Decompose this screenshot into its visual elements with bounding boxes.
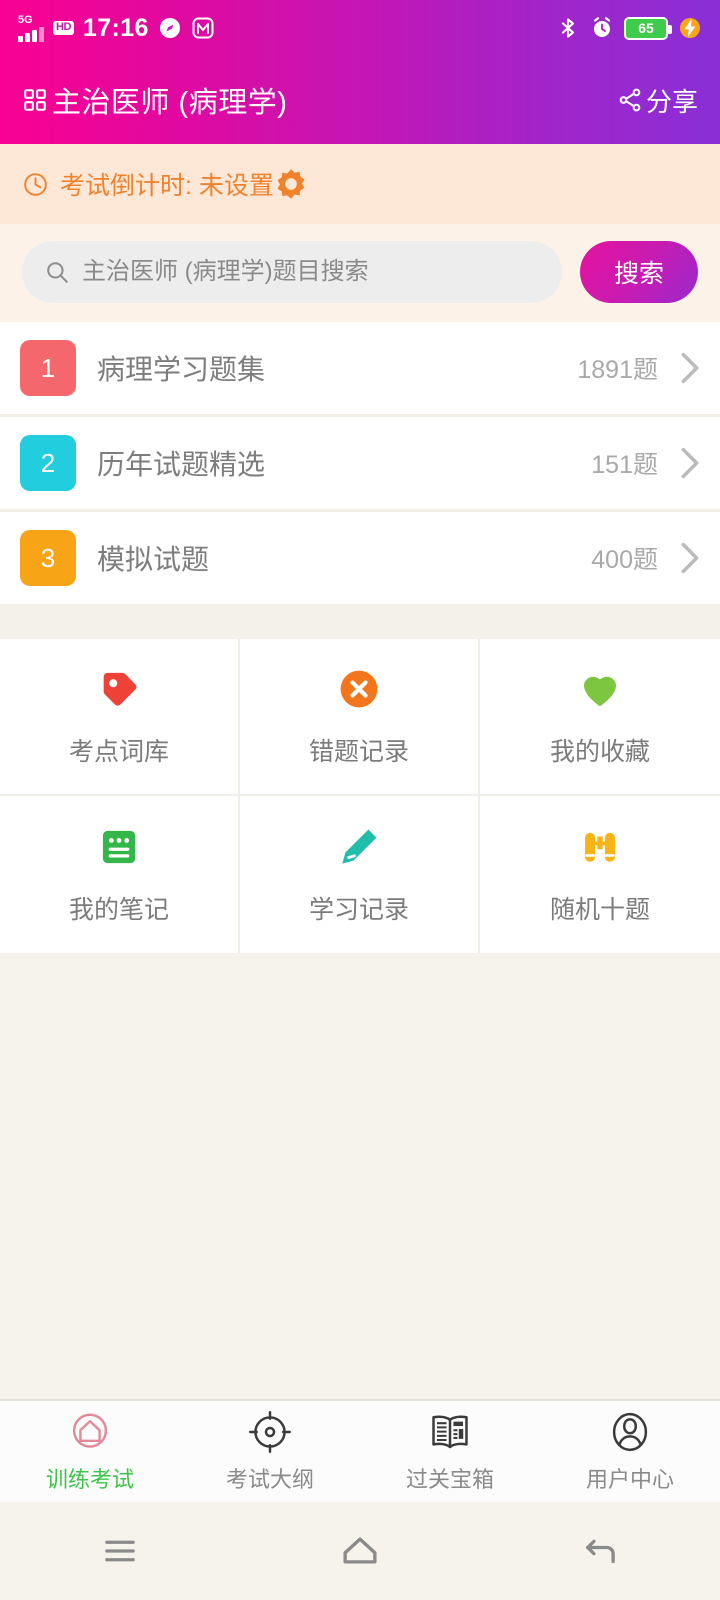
error-circle-x-icon (336, 666, 382, 712)
row-index-badge: 3 (20, 530, 76, 586)
hd-icon: HD (53, 21, 74, 35)
status-bar-clock: 17:16 (82, 13, 149, 42)
tag-icon (96, 666, 142, 712)
grid-item-random-ten[interactable]: 随机十题 (480, 796, 720, 953)
pencil-icon (336, 824, 382, 870)
grid-item-vocabulary[interactable]: 考点词库 (0, 639, 240, 796)
page-title-label: 主治医师 (病理学) (52, 87, 288, 119)
grid-item-favorites[interactable]: 我的收藏 (480, 639, 720, 796)
alarm-icon (590, 16, 614, 40)
battery-percent-label: 65 (638, 20, 654, 36)
app-header: 主治医师 (病理学) 分享 (0, 56, 720, 144)
signal-bars-icon (18, 26, 44, 42)
clock-icon (22, 171, 49, 198)
grid-item-label: 学习记录 (308, 895, 409, 924)
status-bar-right: 65 (556, 16, 702, 40)
grid-item-wrong-answers[interactable]: 错题记录 (240, 639, 480, 796)
charging-bolt-icon (678, 16, 702, 40)
heart-icon (577, 666, 623, 712)
bluetooth-icon (556, 16, 580, 40)
search-button[interactable]: 搜索 (580, 241, 698, 303)
status-bar: 5G HD 17:16 65 (0, 0, 720, 56)
home-icon[interactable] (240, 1530, 480, 1572)
chevron-right-icon (658, 541, 700, 575)
status-bar-left: 5G HD 17:16 (18, 13, 215, 42)
home-circle-icon (67, 1409, 113, 1455)
tab-training-exam[interactable]: 训练考试 (0, 1409, 180, 1494)
user-circle-icon (607, 1409, 653, 1455)
section-divider (0, 607, 720, 639)
row-index-badge: 1 (20, 340, 76, 396)
app-screen: 5G HD 17:16 65 主治医师 (病理学) 分享 考试倒计时: 未设置 … (0, 0, 720, 1600)
gear-icon[interactable] (274, 167, 308, 201)
share-icon (617, 87, 643, 113)
open-book-icon (427, 1409, 473, 1455)
target-icon (247, 1409, 293, 1455)
grid-item-label: 错题记录 (308, 737, 409, 766)
cellular-signal-icon: 5G (18, 13, 44, 42)
chevron-right-icon (658, 446, 700, 480)
search-field-container[interactable] (22, 241, 562, 303)
countdown-label: 考试倒计时: 未设置 (60, 172, 274, 200)
tab-treasure-box[interactable]: 过关宝箱 (360, 1409, 540, 1494)
tab-label: 训练考试 (45, 1467, 134, 1492)
row-title: 历年试题精选 (97, 449, 266, 480)
binoculars-icon (577, 824, 623, 870)
grid-item-notes[interactable]: 我的笔记 (0, 796, 240, 953)
row-count: 151题 (591, 451, 658, 479)
menu-recent-icon[interactable] (0, 1530, 240, 1572)
note-icon (96, 824, 142, 870)
row-count: 1891题 (577, 356, 658, 384)
row-title: 模拟试题 (97, 544, 210, 575)
tab-label: 过关宝箱 (405, 1467, 494, 1492)
tab-label: 考试大纲 (225, 1467, 314, 1492)
bottom-tab-bar: 训练考试 考试大纲 过关宝箱 用户中心 (0, 1399, 720, 1502)
feature-grid: 考点词库 错题记录 我的收藏 我的笔记 学习记录 随机十题 (0, 639, 720, 953)
apps-grid-icon (22, 87, 48, 113)
grid-item-label: 我的收藏 (549, 737, 650, 766)
android-navigation-bar (0, 1502, 720, 1600)
compass-icon (158, 16, 182, 40)
question-bank-list: 1 病理学习题集 1891题 2 历年试题精选 151题 3 模拟试题 400题 (0, 322, 720, 607)
magnifier-icon (44, 259, 70, 285)
row-count: 400题 (591, 546, 658, 574)
exam-countdown-banner[interactable]: 考试倒计时: 未设置 (0, 144, 720, 224)
grid-item-label: 考点词库 (68, 737, 169, 766)
tab-exam-outline[interactable]: 考试大纲 (180, 1409, 360, 1494)
search-input[interactable] (82, 258, 540, 286)
m-app-icon (191, 16, 215, 40)
empty-content-area (0, 953, 720, 1399)
back-icon[interactable] (480, 1530, 720, 1572)
row-title: 病理学习题集 (97, 354, 266, 385)
table-row[interactable]: 2 历年试题精选 151题 (0, 417, 720, 512)
search-bar: 搜索 (0, 224, 720, 322)
grid-item-label: 随机十题 (549, 895, 650, 924)
countdown-content: 考试倒计时: 未设置 (22, 166, 274, 202)
page-title: 主治医师 (病理学) (22, 79, 287, 121)
tab-label: 用户中心 (585, 1467, 674, 1492)
grid-item-label: 我的笔记 (68, 895, 169, 924)
share-button[interactable]: 分享 (617, 82, 698, 119)
share-label: 分享 (645, 86, 698, 117)
tab-user-center[interactable]: 用户中心 (540, 1409, 720, 1494)
network-type-label: 5G (18, 13, 33, 26)
chevron-right-icon (658, 351, 700, 385)
battery-icon: 65 (624, 16, 672, 40)
grid-item-study-log[interactable]: 学习记录 (240, 796, 480, 953)
table-row[interactable]: 1 病理学习题集 1891题 (0, 322, 720, 417)
table-row[interactable]: 3 模拟试题 400题 (0, 512, 720, 607)
row-index-badge: 2 (20, 435, 76, 491)
